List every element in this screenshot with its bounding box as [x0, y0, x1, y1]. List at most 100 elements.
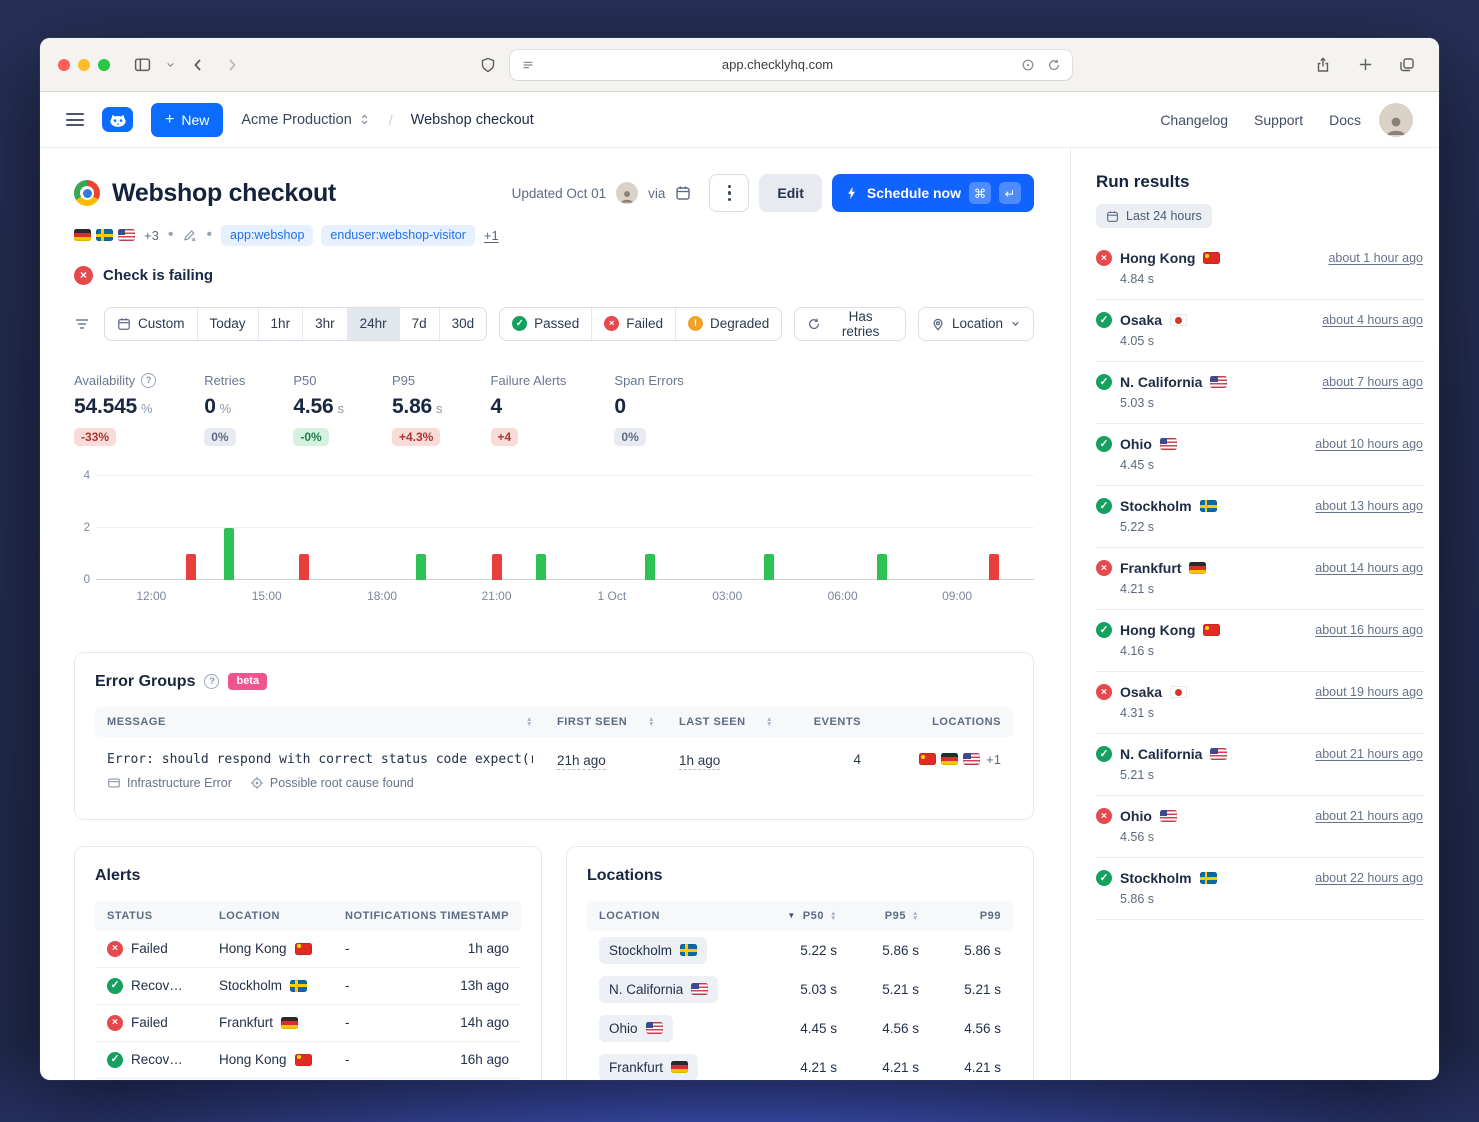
time-filter-custom[interactable]: Custom [105, 308, 198, 340]
run-result-item[interactable]: N. California about 7 hours ago 5.03 s [1096, 362, 1423, 424]
column-header-status[interactable]: STATUS [95, 901, 207, 931]
run-result-item[interactable]: Hong Kong about 16 hours ago 4.16 s [1096, 610, 1423, 672]
back-button[interactable] [184, 52, 212, 78]
last-seen-value[interactable]: 1h ago [679, 753, 720, 770]
menu-icon[interactable] [66, 113, 84, 126]
reader-icon[interactable] [518, 55, 538, 75]
run-timestamp-link[interactable]: about 13 hours ago [1315, 499, 1423, 513]
sort-icon[interactable] [526, 717, 533, 727]
edit-button[interactable]: Edit [759, 174, 821, 212]
has-retries-filter[interactable]: Has retries [795, 308, 905, 340]
first-seen-value[interactable]: 21h ago [557, 753, 606, 770]
run-timestamp-link[interactable]: about 16 hours ago [1315, 623, 1423, 637]
run-timestamp-link[interactable]: about 22 hours ago [1315, 871, 1423, 885]
column-header-first-seen[interactable]: FIRST SEEN [545, 707, 667, 737]
toolbar-dropdown-button[interactable] [162, 52, 178, 78]
column-header-locations[interactable]: LOCATIONS [873, 707, 1013, 737]
tag[interactable]: enduser:webshop-visitor [321, 225, 475, 246]
time-filter-30d[interactable]: 30d [440, 308, 487, 340]
run-timestamp-link[interactable]: about 21 hours ago [1315, 747, 1423, 761]
zoom-window-button[interactable] [98, 59, 110, 71]
time-filter-24hr[interactable]: 24hr [348, 308, 400, 340]
forward-button[interactable] [218, 52, 246, 78]
alert-row[interactable]: Failed Frankfurt - 14h ago [95, 1005, 521, 1042]
alert-row[interactable]: Recov… Stockholm - 13h ago [95, 968, 521, 1005]
chart-bar-passed[interactable] [764, 554, 774, 580]
time-filter-today[interactable]: Today [198, 308, 259, 340]
alert-row[interactable]: Recov… Hong Kong - 16h ago [95, 1042, 521, 1079]
header-link[interactable]: Changelog [1160, 112, 1228, 128]
sort-icon[interactable] [766, 717, 773, 727]
project-switcher[interactable]: Acme Production [241, 112, 370, 128]
tab-overview-button[interactable] [1393, 52, 1421, 78]
more-locations[interactable]: +1 [986, 752, 1001, 767]
column-header-timestamp[interactable]: TIMESTAMP [433, 901, 521, 931]
privacy-shield-button[interactable] [474, 52, 502, 78]
run-result-item[interactable]: Osaka about 4 hours ago 4.05 s [1096, 300, 1423, 362]
run-timestamp-link[interactable]: about 10 hours ago [1315, 437, 1423, 451]
tag[interactable]: app:webshop [221, 225, 313, 246]
run-timestamp-link[interactable]: about 1 hour ago [1328, 251, 1423, 265]
column-header-p50[interactable]: P50 [767, 901, 849, 931]
column-header-last-seen[interactable]: LAST SEEN [667, 707, 785, 737]
degraded-filter[interactable]: Degraded [676, 308, 781, 340]
new-tab-button[interactable] [1351, 52, 1379, 78]
location-pill[interactable]: Frankfurt [599, 1054, 698, 1081]
sort-icon[interactable] [912, 911, 919, 921]
run-timestamp-link[interactable]: about 7 hours ago [1322, 375, 1423, 389]
location-pill[interactable]: Stockholm [599, 937, 707, 964]
user-avatar[interactable] [1379, 103, 1413, 137]
run-result-item[interactable]: Stockholm about 13 hours ago 5.22 s [1096, 486, 1423, 548]
more-tags-link[interactable]: +1 [484, 228, 499, 243]
sidebar-toggle-button[interactable] [128, 52, 156, 78]
chart-bar-failed[interactable] [299, 554, 309, 580]
run-result-item[interactable]: Ohio about 10 hours ago 4.45 s [1096, 424, 1423, 486]
error-group-row[interactable]: Error: should respond with correct statu… [95, 737, 1013, 799]
address-bar[interactable]: app.checklyhq.com [510, 50, 1072, 80]
minimize-window-button[interactable] [78, 59, 90, 71]
run-timestamp-link[interactable]: about 4 hours ago [1322, 313, 1423, 327]
page-settings-icon[interactable] [1018, 55, 1038, 75]
header-link[interactable]: Support [1254, 112, 1303, 128]
close-window-button[interactable] [58, 59, 70, 71]
alert-row[interactable]: Failed Hong Kong - 1h ago [95, 931, 521, 968]
run-timestamp-link[interactable]: about 19 hours ago [1315, 685, 1423, 699]
chart-bar-passed[interactable] [877, 554, 887, 580]
chart-bar-passed[interactable] [224, 528, 234, 580]
run-result-item[interactable]: Ohio about 21 hours ago 4.56 s [1096, 796, 1423, 858]
filter-icon[interactable] [74, 316, 90, 332]
run-result-item[interactable]: Frankfurt about 14 hours ago 4.21 s [1096, 548, 1423, 610]
reload-icon[interactable] [1044, 55, 1064, 75]
location-pill[interactable]: N. California [599, 976, 718, 1003]
sort-icon[interactable] [648, 717, 655, 727]
chart-bar-passed[interactable] [416, 554, 426, 580]
time-filter-7d[interactable]: 7d [400, 308, 440, 340]
run-timestamp-link[interactable]: about 14 hours ago [1315, 561, 1423, 575]
edit-off-icon[interactable] [182, 228, 197, 243]
run-result-item[interactable]: Hong Kong about 1 hour ago 4.84 s [1096, 238, 1423, 300]
help-icon[interactable] [141, 373, 156, 388]
run-result-item[interactable]: N. California about 21 hours ago 5.21 s [1096, 734, 1423, 796]
column-header-notifications[interactable]: NOTIFICATIONS [333, 901, 433, 931]
help-icon[interactable] [204, 674, 219, 689]
run-result-item[interactable]: Stockholm about 22 hours ago 5.86 s [1096, 858, 1423, 920]
new-button[interactable]: New [151, 103, 223, 137]
share-button[interactable] [1309, 52, 1337, 78]
checkly-logo[interactable] [102, 107, 133, 132]
chart-bar-failed[interactable] [186, 554, 196, 580]
header-link[interactable]: Docs [1329, 112, 1361, 128]
location-filter[interactable]: Location [919, 308, 1033, 340]
failed-filter[interactable]: Failed [592, 308, 676, 340]
chart-bar-passed[interactable] [536, 554, 546, 580]
column-header-message[interactable]: MESSAGE [95, 707, 545, 737]
chart-bar-failed[interactable] [492, 554, 502, 580]
run-timestamp-link[interactable]: about 21 hours ago [1315, 809, 1423, 823]
chart-bar-passed[interactable] [645, 554, 655, 580]
more-options-button[interactable] [709, 174, 749, 212]
column-header-events[interactable]: EVENTS [785, 707, 873, 737]
location-pill[interactable]: Ohio [599, 1015, 673, 1042]
passed-filter[interactable]: Passed [500, 308, 592, 340]
time-filter-1hr[interactable]: 1hr [259, 308, 304, 340]
more-flags[interactable]: +3 [144, 228, 159, 243]
column-header-p99[interactable]: P99 [931, 901, 1013, 931]
